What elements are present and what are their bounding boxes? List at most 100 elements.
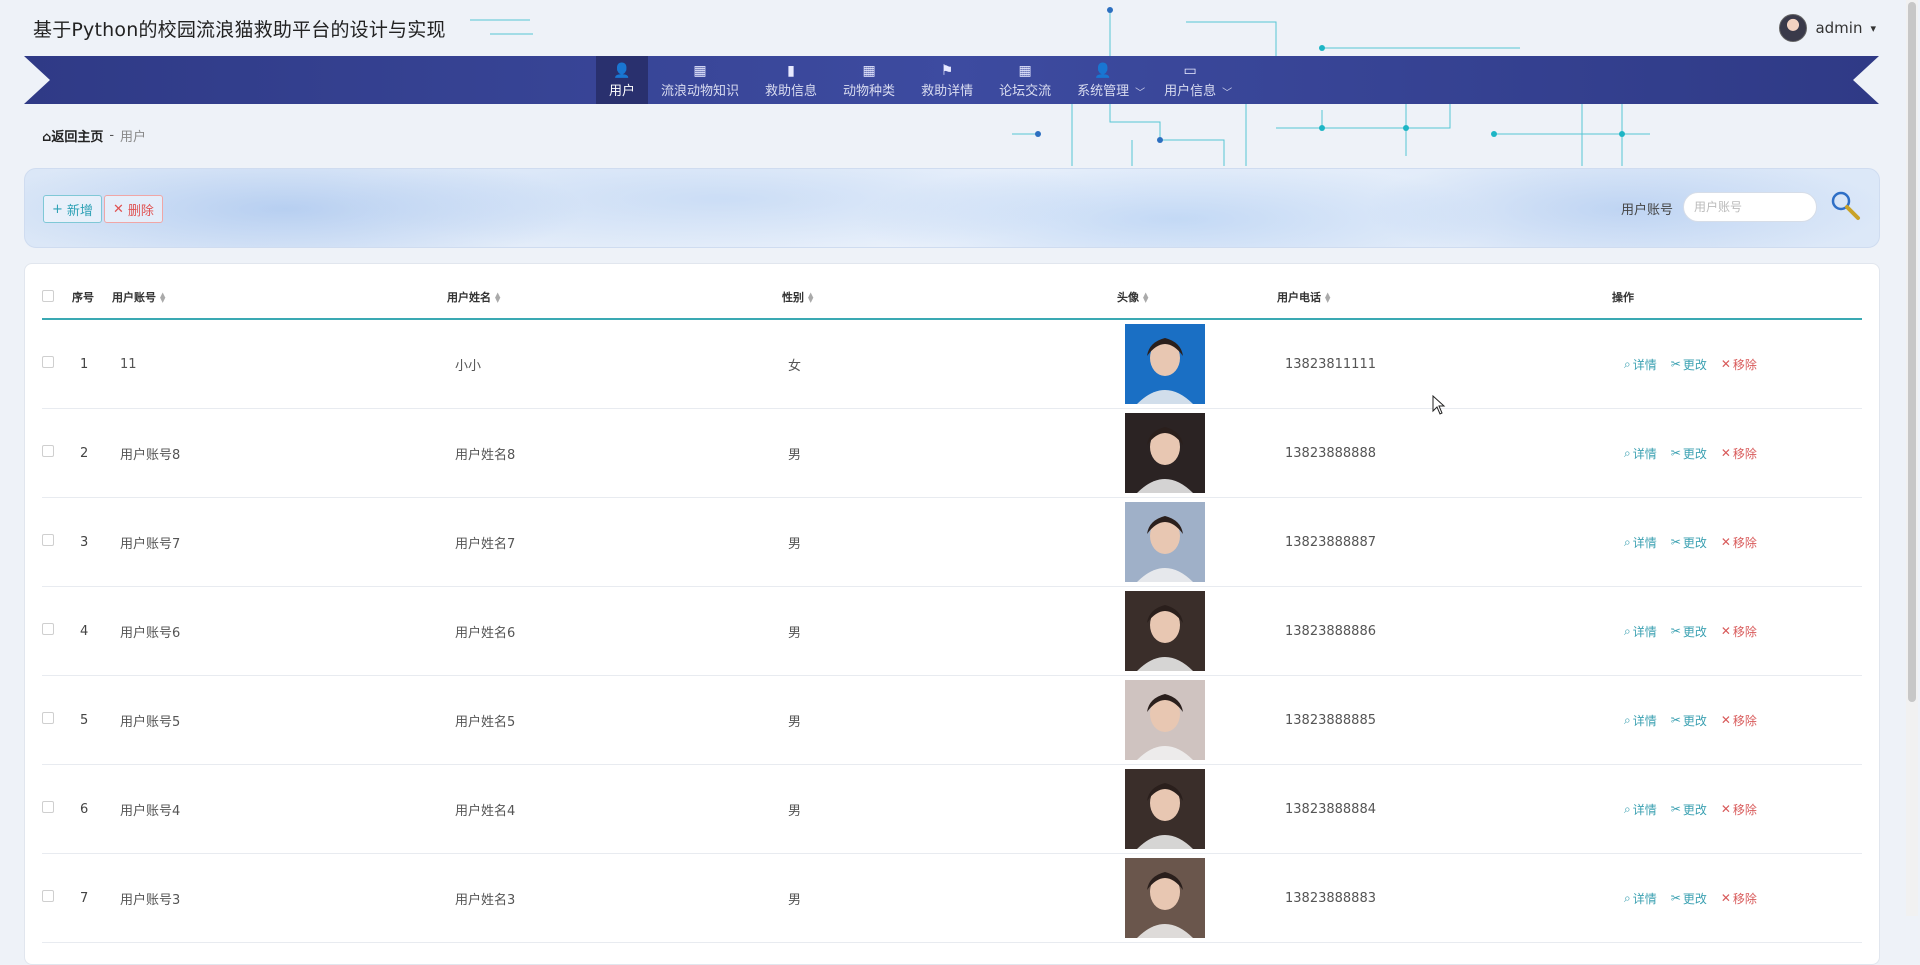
edit-button[interactable]: ✂ 更改 — [1671, 356, 1707, 373]
search-input[interactable] — [1683, 192, 1817, 222]
row-actions: ⌕ 详情 ✂ 更改 ✕ 移除 — [1612, 853, 1862, 943]
row-photo-cell — [1117, 675, 1277, 765]
col-header-gender[interactable]: 性别 ▲ ▼ — [782, 276, 1117, 320]
detail-button[interactable]: ⌕ 详情 — [1624, 623, 1657, 640]
row-checkbox[interactable] — [42, 623, 54, 635]
select-all-checkbox[interactable] — [42, 289, 54, 302]
row-select-cell — [42, 319, 72, 409]
row-name: 用户姓名5 — [447, 675, 782, 765]
remove-button[interactable]: ✕ 移除 — [1721, 534, 1757, 551]
detail-icon: ⌕ — [1624, 356, 1631, 371]
nav-item-user[interactable]: 👤 用户 — [596, 56, 649, 104]
chevron-down-icon: ﹀ — [1135, 88, 1146, 99]
row-checkbox[interactable] — [42, 801, 54, 813]
edit-label: 更改 — [1682, 713, 1707, 728]
sort-icon[interactable]: ▲ ▼ — [1143, 292, 1148, 304]
nav-item-user-info[interactable]: ▭ 用户信息 ﹀ — [1151, 56, 1238, 104]
scrollbar-thumb[interactable] — [1908, 2, 1916, 702]
nav-item-label: 用户 — [609, 83, 636, 99]
row-checkbox[interactable] — [42, 712, 54, 724]
edit-button[interactable]: ✂ 更改 — [1671, 445, 1707, 462]
col-header-label: 性别 — [782, 291, 804, 304]
avatar — [1125, 680, 1205, 760]
col-header-phone[interactable]: 用户电话 ▲ ▼ — [1277, 276, 1612, 320]
col-header-account[interactable]: 用户账号 ▲ ▼ — [112, 276, 447, 320]
nav-item-animal-types[interactable]: ▦ 动物种类 — [830, 56, 908, 104]
row-checkbox[interactable] — [42, 890, 54, 902]
row-phone: 13823811111 — [1277, 319, 1612, 409]
avatar — [1125, 591, 1205, 671]
sort-icon[interactable]: ▲ ▼ — [495, 292, 500, 304]
search-label: 用户账号 — [1620, 203, 1673, 218]
delete-button[interactable]: ✕ 删除 — [104, 195, 163, 223]
breadcrumb-home[interactable]: ⌂返回主页 — [42, 126, 103, 145]
edit-label: 更改 — [1682, 446, 1707, 461]
close-icon: ✕ — [1720, 535, 1731, 549]
caret-down-icon: ▾ — [1870, 21, 1876, 35]
breadcrumb-separator: - — [109, 128, 115, 143]
row-select-cell — [42, 408, 72, 498]
edit-icon: ✂ — [1670, 624, 1681, 638]
search-icon[interactable] — [1829, 189, 1861, 221]
row-phone: 13823888886 — [1277, 586, 1612, 676]
remove-button[interactable]: ✕ 移除 — [1721, 445, 1757, 462]
remove-button[interactable]: ✕ 移除 — [1721, 801, 1757, 818]
row-name: 用户姓名4 — [447, 764, 782, 854]
detail-button[interactable]: ⌕ 详情 — [1624, 801, 1657, 818]
breadcrumb: ⌂返回主页 - 用户 — [42, 126, 146, 145]
sort-icon[interactable]: ▲ ▼ — [1325, 292, 1330, 304]
remove-label: 移除 — [1732, 624, 1757, 639]
detail-button[interactable]: ⌕ 详情 — [1624, 890, 1657, 907]
remove-button[interactable]: ✕ 移除 — [1721, 356, 1757, 373]
edit-button[interactable]: ✂ 更改 — [1671, 623, 1707, 640]
col-header-label: 序号 — [72, 291, 94, 304]
nav-item-label: 救助详情 — [921, 83, 974, 99]
remove-button[interactable]: ✕ 移除 — [1721, 712, 1757, 729]
remove-button[interactable]: ✕ 移除 — [1721, 890, 1757, 907]
edit-button[interactable]: ✂ 更改 — [1671, 712, 1707, 729]
remove-label: 移除 — [1732, 802, 1757, 817]
row-name: 用户姓名6 — [447, 586, 782, 676]
nav-item-animal-knowledge[interactable]: ▦ 流浪动物知识 — [648, 56, 752, 104]
page-scrollbar[interactable] — [1906, 0, 1918, 916]
users-table: 序号 用户账号 ▲ ▼ 用户姓名 ▲ ▼ 性别 ▲ ▼ 头像 ▲ ▼ 用户电话 ▲ ▼ 操作 1 11… — [42, 276, 1862, 943]
nav-item-rescue-details[interactable]: ⚑ 救助详情 — [908, 56, 986, 104]
detail-label: 详情 — [1632, 802, 1657, 817]
user-menu[interactable]: admin ▾ — [1779, 14, 1876, 42]
col-header-label: 用户姓名 — [447, 291, 491, 304]
detail-button[interactable]: ⌕ 详情 — [1624, 712, 1657, 729]
add-button[interactable]: + 新增 — [43, 195, 102, 223]
edit-button[interactable]: ✂ 更改 — [1671, 890, 1707, 907]
select-all-cell — [42, 276, 72, 320]
row-select-cell — [42, 853, 72, 943]
edit-label: 更改 — [1682, 624, 1707, 639]
row-gender: 男 — [782, 853, 1117, 943]
breadcrumb-current: 用户 — [120, 130, 147, 145]
col-header-name[interactable]: 用户姓名 ▲ ▼ — [447, 276, 782, 320]
detail-button[interactable]: ⌕ 详情 — [1624, 445, 1657, 462]
sort-icon[interactable]: ▲ ▼ — [160, 292, 165, 304]
row-checkbox[interactable] — [42, 534, 54, 546]
sort-icon[interactable]: ▲ ▼ — [808, 292, 813, 304]
nav-item-label: 用户信息 — [1164, 83, 1217, 99]
col-header-photo[interactable]: 头像 ▲ ▼ — [1117, 276, 1277, 320]
detail-button[interactable]: ⌕ 详情 — [1624, 534, 1657, 551]
nav-item-system-management[interactable]: 👤 系统管理 ﹀ — [1064, 56, 1151, 104]
detail-button[interactable]: ⌕ 详情 — [1624, 356, 1657, 373]
detail-icon: ⌕ — [1624, 534, 1631, 549]
row-checkbox[interactable] — [42, 445, 54, 457]
row-phone: 13823888885 — [1277, 675, 1612, 765]
row-checkbox[interactable] — [42, 356, 54, 368]
edit-button[interactable]: ✂ 更改 — [1671, 534, 1707, 551]
avatar — [1125, 413, 1205, 493]
remove-button[interactable]: ✕ 移除 — [1721, 623, 1757, 640]
nav-item-rescue-info[interactable]: ▮ 救助信息 — [752, 56, 830, 104]
close-icon: ✕ — [1720, 891, 1731, 905]
user-avatar — [1779, 14, 1808, 42]
chevron-down-icon: ﹀ — [1222, 88, 1233, 99]
edit-icon: ✂ — [1670, 535, 1681, 549]
table-header-row: 序号 用户账号 ▲ ▼ 用户姓名 ▲ ▼ 性别 ▲ ▼ 头像 ▲ ▼ 用户电话 ▲ ▼ 操作 — [42, 276, 1862, 320]
row-gender: 男 — [782, 764, 1117, 854]
nav-item-forum[interactable]: ▦ 论坛交流 — [986, 56, 1064, 104]
edit-button[interactable]: ✂ 更改 — [1671, 801, 1707, 818]
